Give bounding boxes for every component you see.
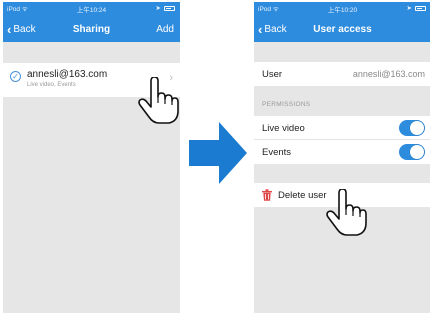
- permissions-header: PERMISSIONS: [262, 101, 311, 108]
- status-bar: iPod ᯤ 上午10:20 ➤: [254, 2, 430, 14]
- permission-row-live-video: Live video: [254, 116, 430, 140]
- battery-icon: [164, 5, 175, 11]
- back-label: Back: [264, 24, 287, 35]
- permissions-list: Live video Events: [254, 116, 430, 164]
- location-icon: ➤: [155, 5, 161, 12]
- trash-icon: [262, 189, 272, 201]
- location-icon: ➤: [406, 5, 412, 12]
- back-button[interactable]: ‹ Back: [258, 21, 287, 37]
- back-button[interactable]: ‹ Back: [7, 21, 36, 37]
- check-icon: ✓: [10, 71, 21, 82]
- nav-bar: iPod ᯤ 上午10:24 ➤ ‹ Back Sharing Add: [3, 2, 180, 42]
- battery-icon: [415, 5, 426, 11]
- toggle-knob: [410, 145, 424, 159]
- chevron-left-icon: ‹: [258, 21, 263, 37]
- pointing-hand-icon: [326, 189, 367, 236]
- add-button[interactable]: Add: [156, 24, 174, 35]
- arrow-right-icon: [189, 122, 247, 184]
- user-label: User: [262, 69, 283, 80]
- status-time: 上午10:20: [327, 7, 358, 14]
- chevron-left-icon: ‹: [7, 21, 12, 37]
- nav-bar: iPod ᯤ 上午10:20 ➤ ‹ Back User access: [254, 2, 430, 42]
- status-bar: iPod ᯤ 上午10:24 ➤: [3, 2, 180, 14]
- sharing-screen: iPod ᯤ 上午10:24 ➤ ‹ Back Sharing Add ✓ an…: [3, 2, 180, 313]
- toggle-knob: [410, 121, 424, 135]
- shared-user-permissions: Live video, Events: [27, 82, 76, 88]
- user-access-content: User annesli@163.com PERMISSIONS Live vi…: [254, 42, 430, 313]
- status-time: 上午10:24: [76, 7, 107, 14]
- user-email: annesli@163.com: [352, 69, 425, 79]
- permission-label: Live video: [262, 123, 305, 134]
- user-row: User annesli@163.com: [254, 62, 430, 86]
- live-video-toggle[interactable]: [399, 120, 425, 136]
- pointing-hand-icon: [138, 77, 179, 124]
- shared-user-email: annesli@163.com: [27, 69, 108, 80]
- delete-user-label: Delete user: [278, 190, 327, 201]
- events-toggle[interactable]: [399, 144, 425, 160]
- permission-label: Events: [262, 147, 292, 158]
- status-indicators: ➤: [407, 4, 426, 12]
- status-indicators: ➤: [156, 4, 175, 12]
- permission-row-events: Events: [254, 140, 430, 164]
- user-access-screen: iPod ᯤ 上午10:20 ➤ ‹ Back User access User…: [254, 2, 430, 313]
- back-label: Back: [13, 24, 36, 35]
